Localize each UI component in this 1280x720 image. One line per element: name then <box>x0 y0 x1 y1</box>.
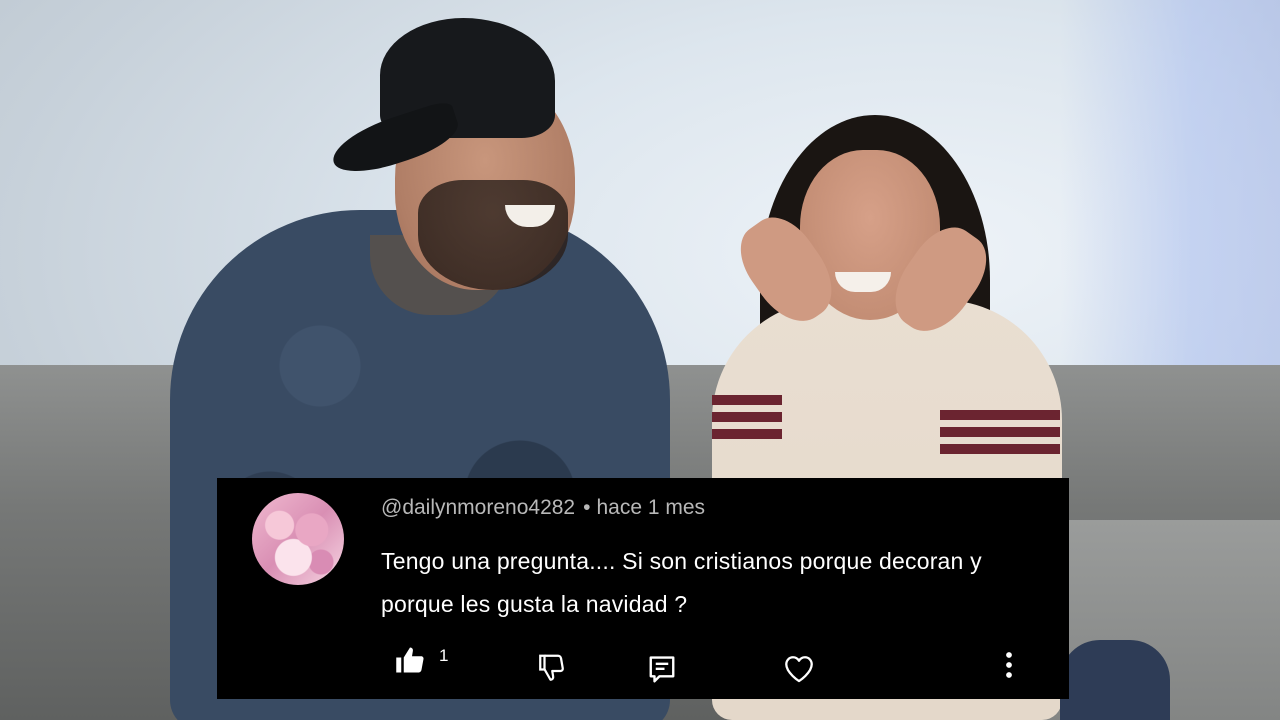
heart-icon <box>783 655 815 683</box>
comment-text: Tengo una pregunta.... Si son cristianos… <box>381 548 982 617</box>
thumbs-down-icon <box>537 654 567 682</box>
timestamp[interactable]: hace 1 mes <box>596 496 705 519</box>
jeans <box>1060 640 1170 720</box>
reply-button[interactable] <box>648 655 676 685</box>
dislike-button[interactable] <box>537 654 567 682</box>
username[interactable]: @dailynmoreno4282 <box>381 496 575 519</box>
comment-meta: @dailynmoreno4282 • hace 1 mes <box>381 496 705 520</box>
thumbs-up-icon <box>395 646 425 674</box>
comment-card: @dailynmoreno4282 • hace 1 mes Tengo una p… <box>217 478 1069 699</box>
more-vert-icon <box>1003 650 1015 680</box>
more-options-button[interactable] <box>1003 650 1015 680</box>
reply-icon <box>648 655 676 685</box>
like-button[interactable]: 1 <box>395 646 448 674</box>
like-count: 1 <box>439 646 449 665</box>
separator-dot: • <box>583 496 591 519</box>
heart-button[interactable] <box>783 655 815 683</box>
man-beard <box>418 180 568 290</box>
avatar[interactable] <box>252 493 344 585</box>
comment-actions: 1 <box>217 646 1069 686</box>
